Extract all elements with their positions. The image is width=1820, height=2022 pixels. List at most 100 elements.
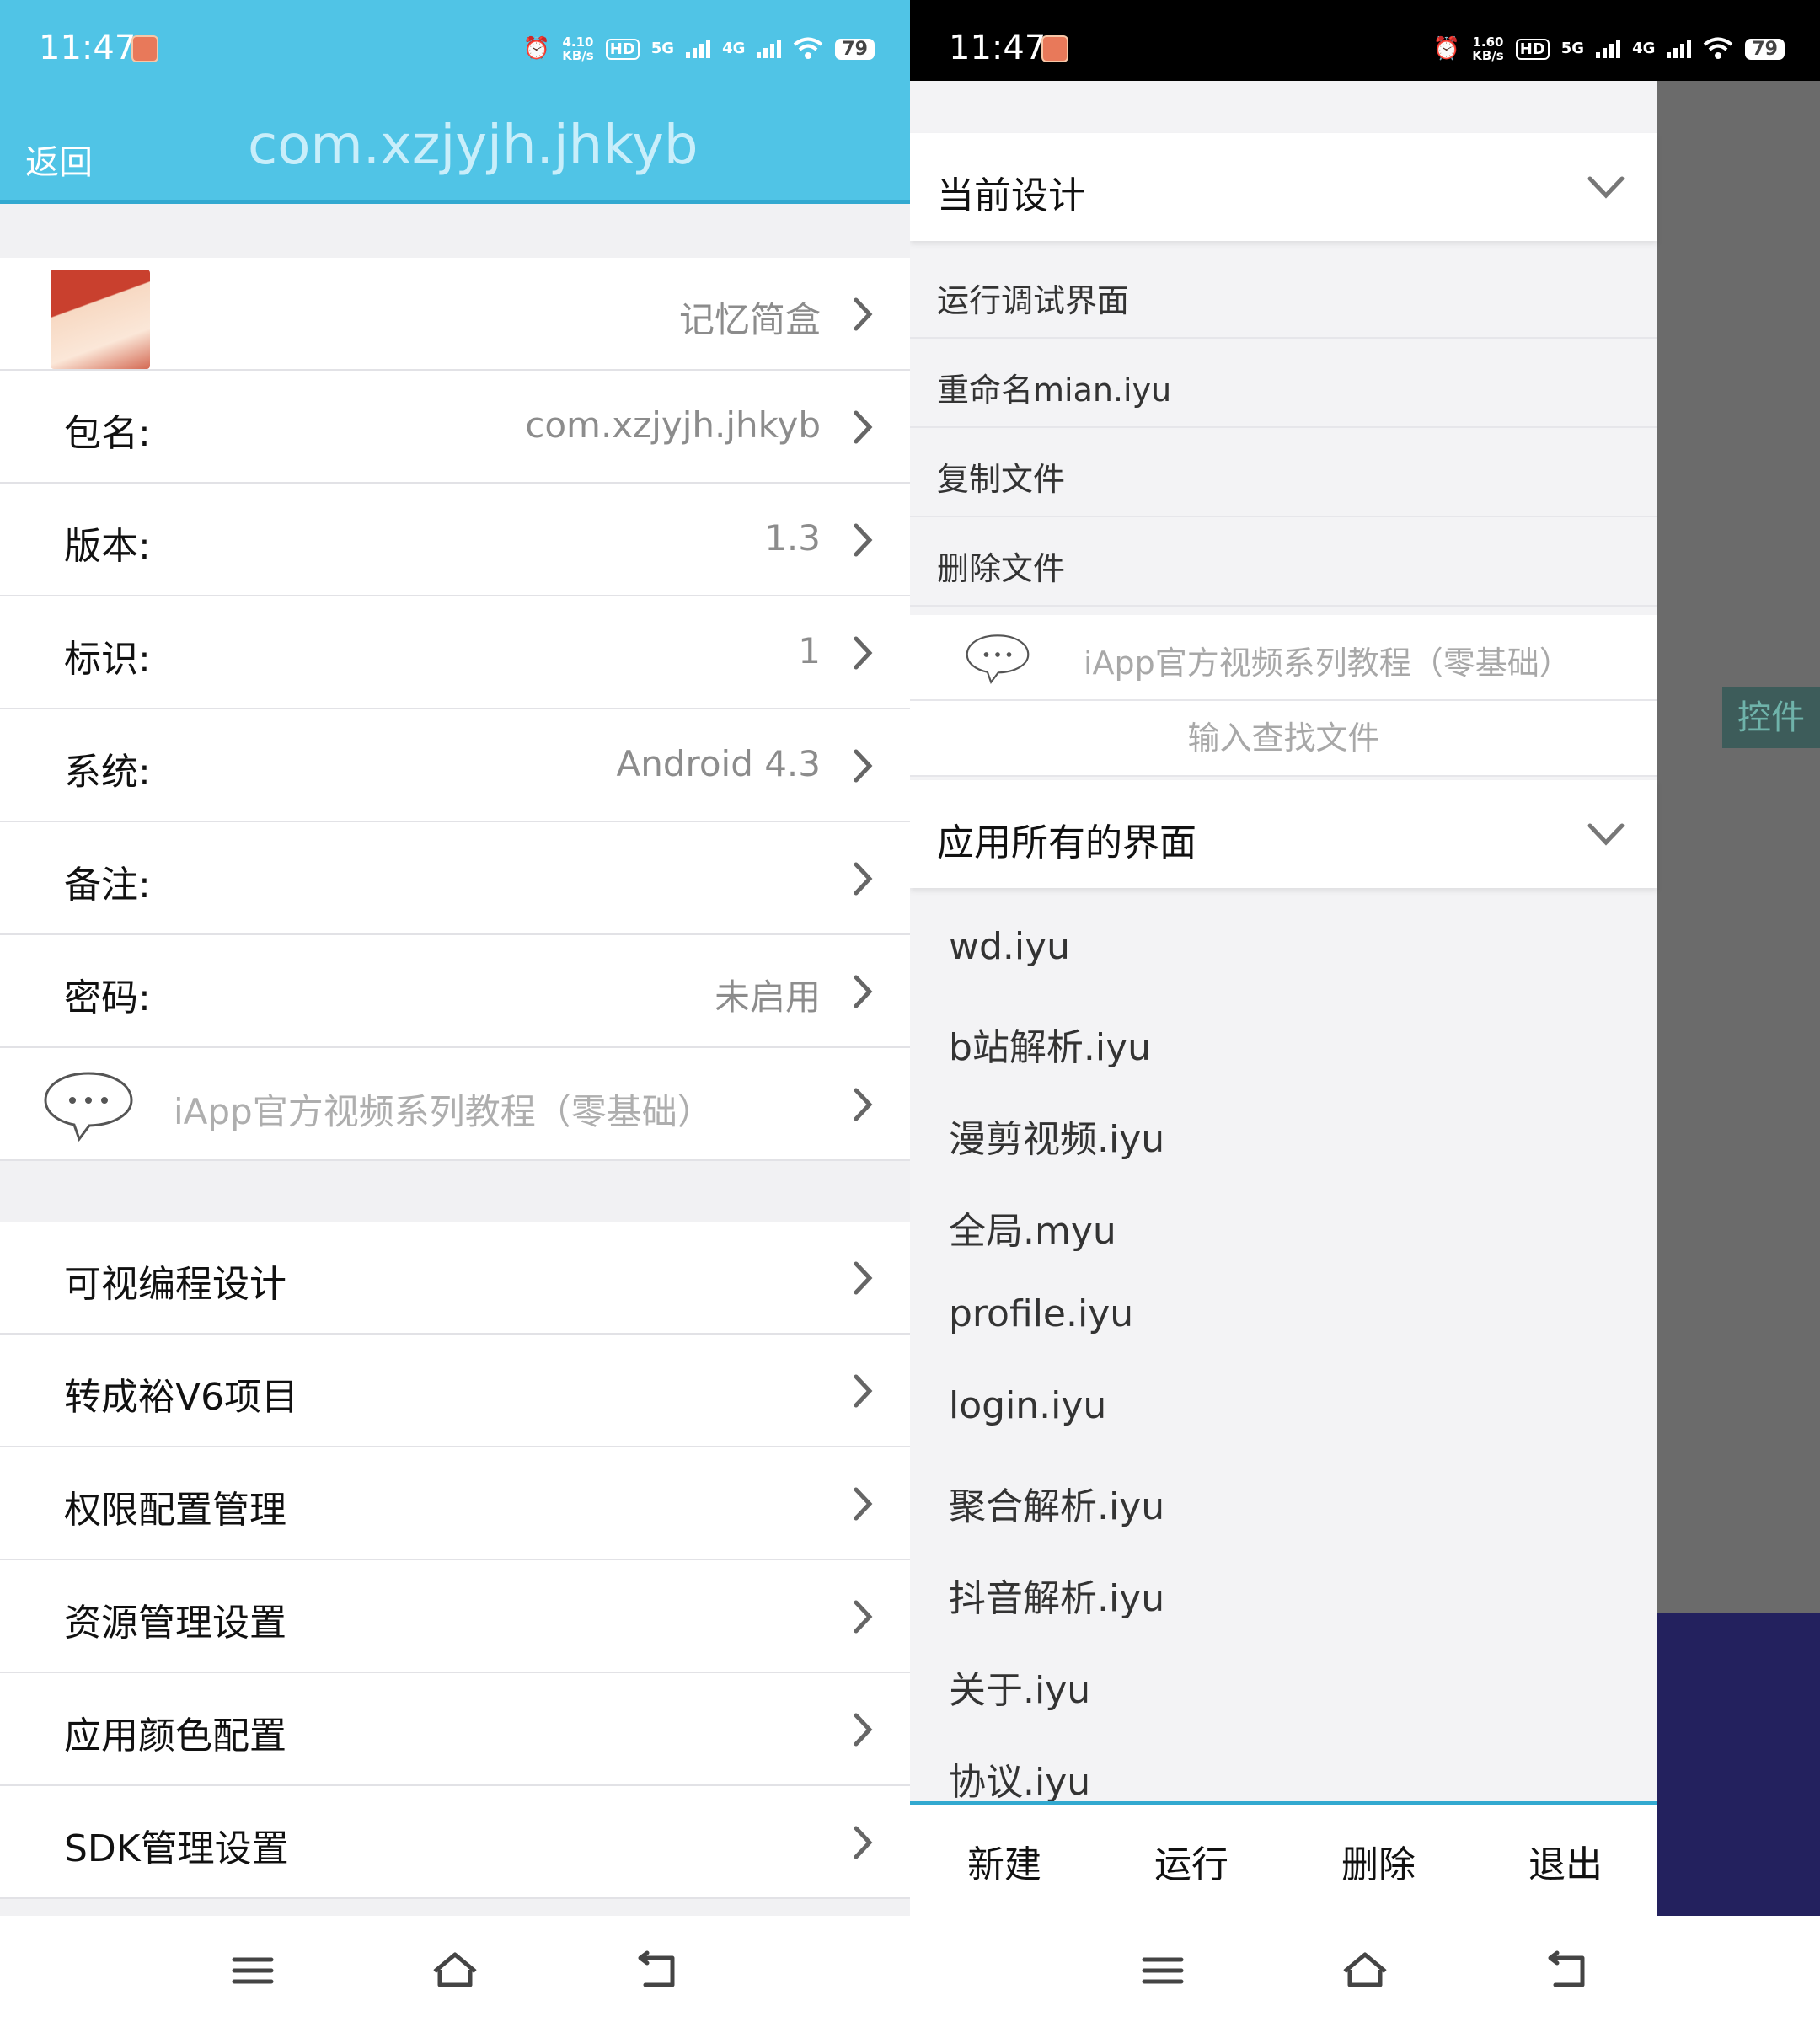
chevron-right-icon (854, 1261, 873, 1295)
signal-5g-label: 5G (1560, 40, 1585, 57)
file-name: 漫剪视频.iyu (949, 1118, 1165, 1161)
system-value: Android 4.3 (616, 743, 821, 784)
back-nav-icon[interactable] (1544, 1950, 1591, 1992)
system-nav-bar (0, 1916, 910, 2022)
package-value: com.xzjyjh.jhkyb (525, 404, 821, 446)
rename-label: 重命名mian.iyu (937, 372, 1172, 409)
file-name: 抖音解析.iyu (949, 1577, 1165, 1620)
signal-4g-icon (757, 40, 782, 58)
design-drawer-screen: 11:47 ⏰ 1.60 KB/s HD 5G 4G 79 控件 当前设计 运行调… (910, 0, 1820, 2022)
file-search-input[interactable] (1029, 716, 1539, 760)
background-scrim-bottom[interactable] (1657, 1613, 1820, 1916)
status-bar: 11:47 ⏰ 4.10 KB/s HD 5G 4G 79 (0, 0, 910, 81)
wifi-icon (1704, 37, 1733, 59)
file-item[interactable]: 聚合解析.iyu (910, 1451, 1657, 1542)
file-name: 协议.iyu (949, 1761, 1091, 1804)
back-nav-icon[interactable] (634, 1950, 681, 1992)
rename-item[interactable]: 重命名mian.iyu (910, 339, 1657, 428)
menu-icon[interactable] (229, 1950, 276, 1992)
file-item[interactable]: login.iyu (910, 1359, 1657, 1450)
convert-v6-row[interactable]: 转成裕V6项目 (0, 1335, 910, 1447)
identifier-value: 1 (798, 630, 821, 671)
chevron-right-icon (854, 297, 873, 331)
battery-icon: 79 (835, 38, 875, 60)
permission-config-row[interactable]: 权限配置管理 (0, 1447, 910, 1560)
file-name: 聚合解析.iyu (949, 1485, 1165, 1528)
color-config-label: 应用颜色配置 (64, 1714, 286, 1757)
app-header: 返回 com.xzjyjh.jhkyb (0, 81, 910, 204)
project-settings-screen: 11:47 ⏰ 4.10 KB/s HD 5G 4G 79 返回 com.xzjy… (0, 0, 910, 2022)
password-label: 密码: (64, 976, 151, 1019)
battery-icon: 79 (1745, 38, 1785, 60)
delete-file-item[interactable]: 删除文件 (910, 517, 1657, 607)
project-menu-list: 可视编程设计 转成裕V6项目 权限配置管理 资源管理设置 应用颜色配置 SDK管… (0, 1222, 910, 1899)
all-pages-title: 应用所有的界面 (937, 821, 1196, 864)
status-icons: ⏰ 1.60 KB/s HD 5G 4G 79 (1433, 32, 1785, 66)
exit-button[interactable]: 退出 (1507, 1834, 1625, 1888)
sdk-settings-row[interactable]: SDK管理设置 (0, 1786, 910, 1899)
signal-4g-label: 4G (1632, 40, 1656, 57)
file-item[interactable]: 关于.iyu (910, 1634, 1657, 1725)
version-row[interactable]: 版本: 1.3 (0, 484, 910, 596)
file-name: profile.iyu (949, 1292, 1134, 1335)
file-name: 关于.iyu (949, 1669, 1091, 1712)
home-icon[interactable] (1341, 1950, 1389, 1992)
visual-design-row[interactable]: 可视编程设计 (0, 1222, 910, 1335)
resource-settings-label: 资源管理设置 (64, 1602, 286, 1645)
remark-row[interactable]: 备注: (0, 822, 910, 935)
chevron-down-icon (1587, 176, 1625, 199)
net-speed: 1.60 KB/s (1472, 35, 1504, 63)
sdk-settings-label: SDK管理设置 (64, 1827, 289, 1870)
status-time: 11:47 (949, 29, 1046, 67)
status-time: 11:47 (39, 29, 136, 67)
version-value: 1.3 (764, 517, 821, 559)
system-row[interactable]: 系统: Android 4.3 (0, 709, 910, 822)
version-label: 版本: (64, 525, 151, 568)
tutorial-row[interactable]: iApp官方视频系列教程（零基础） (910, 615, 1657, 701)
current-design-header[interactable]: 当前设计 (910, 133, 1657, 241)
signal-4g-icon (1667, 40, 1692, 58)
visual-design-label: 可视编程设计 (64, 1263, 286, 1306)
resource-settings-row[interactable]: 资源管理设置 (0, 1560, 910, 1673)
package-label: 包名: (64, 412, 151, 455)
file-item[interactable]: wd.iyu (910, 900, 1657, 991)
all-pages-header[interactable]: 应用所有的界面 (910, 780, 1657, 888)
new-button[interactable]: 新建 (945, 1834, 1063, 1888)
run-button[interactable]: 运行 (1132, 1834, 1250, 1888)
password-row[interactable]: 密码: 未启用 (0, 935, 910, 1048)
file-item[interactable]: 抖音解析.iyu (910, 1543, 1657, 1634)
chevron-right-icon (854, 1826, 873, 1859)
controls-tab[interactable]: 控件 (1722, 687, 1820, 748)
tutorial-row[interactable]: iApp官方视频系列教程（零基础） (0, 1048, 910, 1161)
status-bar: 11:47 ⏰ 1.60 KB/s HD 5G 4G 79 (910, 0, 1820, 81)
home-icon[interactable] (431, 1950, 479, 1992)
file-item[interactable]: 漫剪视频.iyu (910, 1083, 1657, 1174)
package-row[interactable]: 包名: com.xzjyjh.jhkyb (0, 371, 910, 484)
background-scrim[interactable] (1657, 81, 1820, 1613)
chevron-right-icon (854, 975, 873, 1008)
color-config-row[interactable]: 应用颜色配置 (0, 1673, 910, 1786)
copy-file-item[interactable]: 复制文件 (910, 428, 1657, 517)
chevron-right-icon (854, 749, 873, 783)
identifier-row[interactable]: 标识: 1 (0, 596, 910, 709)
page-title: com.xzjyjh.jhkyb (248, 115, 699, 177)
chevron-right-icon (854, 1713, 873, 1747)
run-debug-item[interactable]: 运行调试界面 (910, 249, 1657, 339)
file-name: b站解析.iyu (949, 1026, 1152, 1069)
signal-5g-icon (1596, 40, 1621, 58)
chevron-down-icon (1587, 823, 1625, 846)
app-name-row[interactable]: 记忆简盒 (0, 258, 910, 371)
back-button[interactable]: 返回 (25, 135, 93, 184)
signal-5g-label: 5G (650, 40, 675, 57)
signal-5g-icon (686, 40, 711, 58)
app-name-value: 记忆简盒 (678, 299, 821, 340)
chat-bubble-icon (966, 634, 1030, 684)
delete-button[interactable]: 删除 (1320, 1834, 1437, 1888)
file-name: login.iyu (949, 1384, 1107, 1427)
menu-icon[interactable] (1139, 1950, 1186, 1992)
chevron-right-icon (854, 410, 873, 444)
file-item[interactable]: profile.iyu (910, 1267, 1657, 1358)
file-item[interactable]: b站解析.iyu (910, 992, 1657, 1083)
convert-v6-label: 转成裕V6项目 (64, 1376, 299, 1419)
file-item[interactable]: 全局.myu (910, 1175, 1657, 1266)
